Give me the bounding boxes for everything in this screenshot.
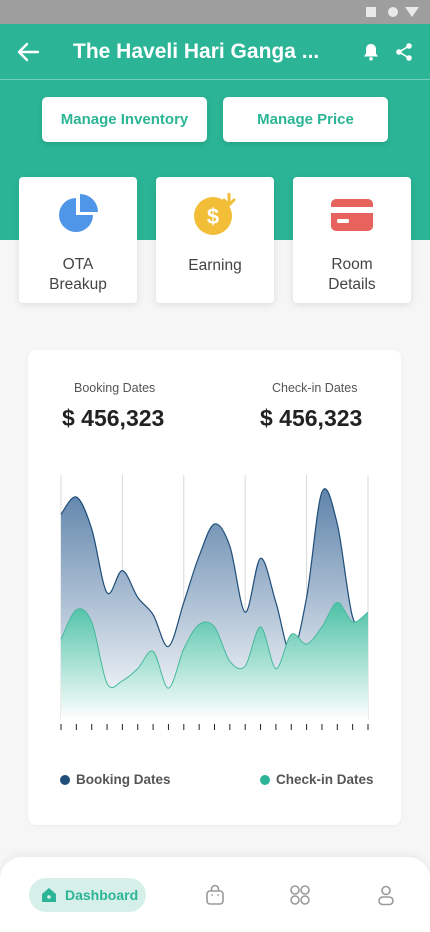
arrow-left-icon[interactable]: [16, 41, 40, 63]
app-bar-divider: [0, 79, 430, 80]
area-chart: [60, 475, 369, 730]
revenue-chart-card: Booking Dates $ 456,323 Check-in Dates $…: [28, 350, 401, 825]
app-bar: The Haveli Hari Ganga ...: [0, 24, 430, 80]
checkin-dates-label: Check-in Dates: [272, 381, 358, 395]
tile-label: Room Details: [328, 256, 376, 293]
booking-dates-value: $ 456,323: [62, 405, 165, 431]
home-icon: [42, 888, 56, 902]
manage-price-button[interactable]: Manage Price: [223, 97, 388, 142]
tile-label: OTA Breakup: [49, 256, 107, 293]
tile-label: Earning: [188, 257, 242, 274]
bell-icon[interactable]: [361, 42, 381, 62]
bag-icon[interactable]: [204, 884, 226, 906]
booking-dates-label: Booking Dates: [74, 381, 156, 395]
status-circle-icon: [388, 7, 398, 17]
legend-checkin-label: Check-in Dates: [276, 772, 374, 787]
svg-text:$: $: [207, 204, 219, 229]
credit-card-icon: [331, 199, 373, 231]
page-title: The Haveli Hari Ganga ...: [73, 40, 320, 63]
coin-download-icon: $: [194, 193, 236, 235]
manage-inventory-button[interactable]: Manage Inventory: [42, 97, 207, 142]
grid-icon[interactable]: [289, 884, 311, 906]
legend-booking-dot: [60, 774, 70, 785]
earning-tile[interactable]: $ Earning: [156, 177, 274, 303]
status-triangle-icon: [405, 7, 419, 17]
nav-dashboard-label: Dashboard: [65, 887, 139, 903]
bottom-navigation: Dashboard: [0, 857, 430, 932]
user-icon[interactable]: [375, 884, 397, 906]
status-square-icon: [366, 7, 376, 17]
legend-booking-label: Booking Dates: [76, 772, 171, 787]
legend-checkin-dot: [260, 774, 270, 785]
pie-chart-icon: [59, 194, 98, 232]
status-bar: [0, 0, 430, 24]
nav-dashboard[interactable]: Dashboard: [29, 878, 146, 912]
legend-checkin: Check-in Dates: [260, 772, 374, 787]
share-icon[interactable]: [394, 42, 414, 62]
checkin-dates-value: $ 456,323: [260, 405, 363, 431]
room-details-tile[interactable]: Room Details: [293, 177, 411, 303]
ota-breakup-tile[interactable]: OTA Breakup: [19, 177, 137, 303]
legend-booking: Booking Dates: [60, 772, 171, 787]
